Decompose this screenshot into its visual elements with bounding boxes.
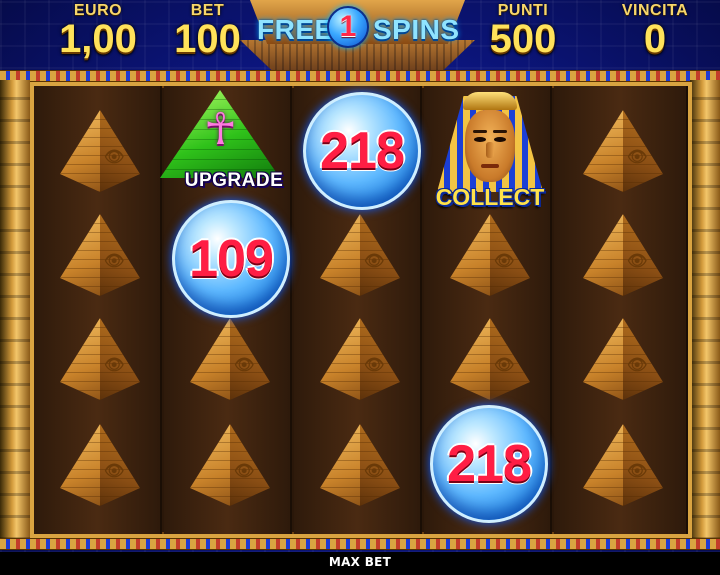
top-hud: EURO 1,00 BET 100 FREE 1 SPINS PUNTI 500… — [0, 0, 720, 78]
pyramid-eye-icon: 👁︎ — [428, 310, 548, 414]
pyramid-eye-icon: 👁︎ — [561, 206, 681, 310]
pyramid-eye-icon: 👁︎ — [38, 206, 158, 310]
vincita-value: 0 — [643, 17, 667, 61]
orb-value: 218 — [447, 435, 532, 493]
orb-symbol: 109 — [172, 200, 290, 318]
orb-value: 218 — [320, 122, 405, 180]
top-ornament-band — [0, 70, 720, 82]
punti-value: 500 — [489, 17, 557, 61]
upgrade-symbol: ☥ UPGRADE — [130, 90, 305, 202]
pharaoh-crown-band — [463, 92, 517, 110]
spin-count: 1 — [339, 10, 357, 43]
pyramid-eye-icon: 👁︎ — [298, 310, 418, 414]
footer-bar: MAX BET — [0, 552, 720, 575]
spin-count-badge: 1 — [327, 6, 369, 48]
pyramid-eye-icon: 👁︎ — [561, 416, 681, 520]
vincita-display: VINCITA 0 — [610, 2, 700, 60]
pyramid-eye-icon: 👁︎ — [38, 416, 158, 520]
bottom-ornament-band — [0, 538, 720, 550]
collect-symbol: COLLECT — [425, 92, 555, 220]
pyramid-eye-icon: 👁︎ — [561, 310, 681, 414]
orb-value: 109 — [189, 230, 274, 288]
upgrade-label: UPGRADE — [184, 170, 284, 191]
collect-label: COLLECT — [435, 184, 545, 210]
pharaoh-icon — [465, 110, 515, 182]
orb-symbol: 218 — [430, 405, 548, 523]
pyramid-eye-icon: 👁︎ — [298, 206, 418, 310]
max-bet-button[interactable]: MAX BET — [329, 555, 391, 569]
euro-value: 1,00 — [59, 17, 137, 61]
pyramid-eye-icon: 👁︎ — [168, 416, 288, 520]
spins-text: SPINS — [373, 14, 460, 45]
left-pillar — [0, 80, 30, 540]
ankh-icon: ☥ — [204, 105, 237, 154]
pyramid-eye-icon: 👁︎ — [38, 310, 158, 414]
euro-display: EURO 1,00 — [48, 2, 148, 60]
game-stage: EURO 1,00 BET 100 FREE 1 SPINS PUNTI 500… — [0, 0, 720, 575]
free-spins-emblem: FREE 1 SPINS — [240, 0, 475, 78]
right-pillar — [690, 80, 720, 540]
punti-display: PUNTI 500 — [478, 2, 568, 60]
pyramid-eye-icon: 👁︎ — [168, 310, 288, 414]
pyramid-eye-icon: 👁︎ — [428, 206, 548, 310]
pyramid-eye-icon: 👁︎ — [561, 102, 681, 206]
orb-symbol: 218 — [303, 92, 421, 210]
free-text: FREE — [257, 14, 334, 45]
pyramid-eye-icon: 👁︎ — [298, 416, 418, 520]
